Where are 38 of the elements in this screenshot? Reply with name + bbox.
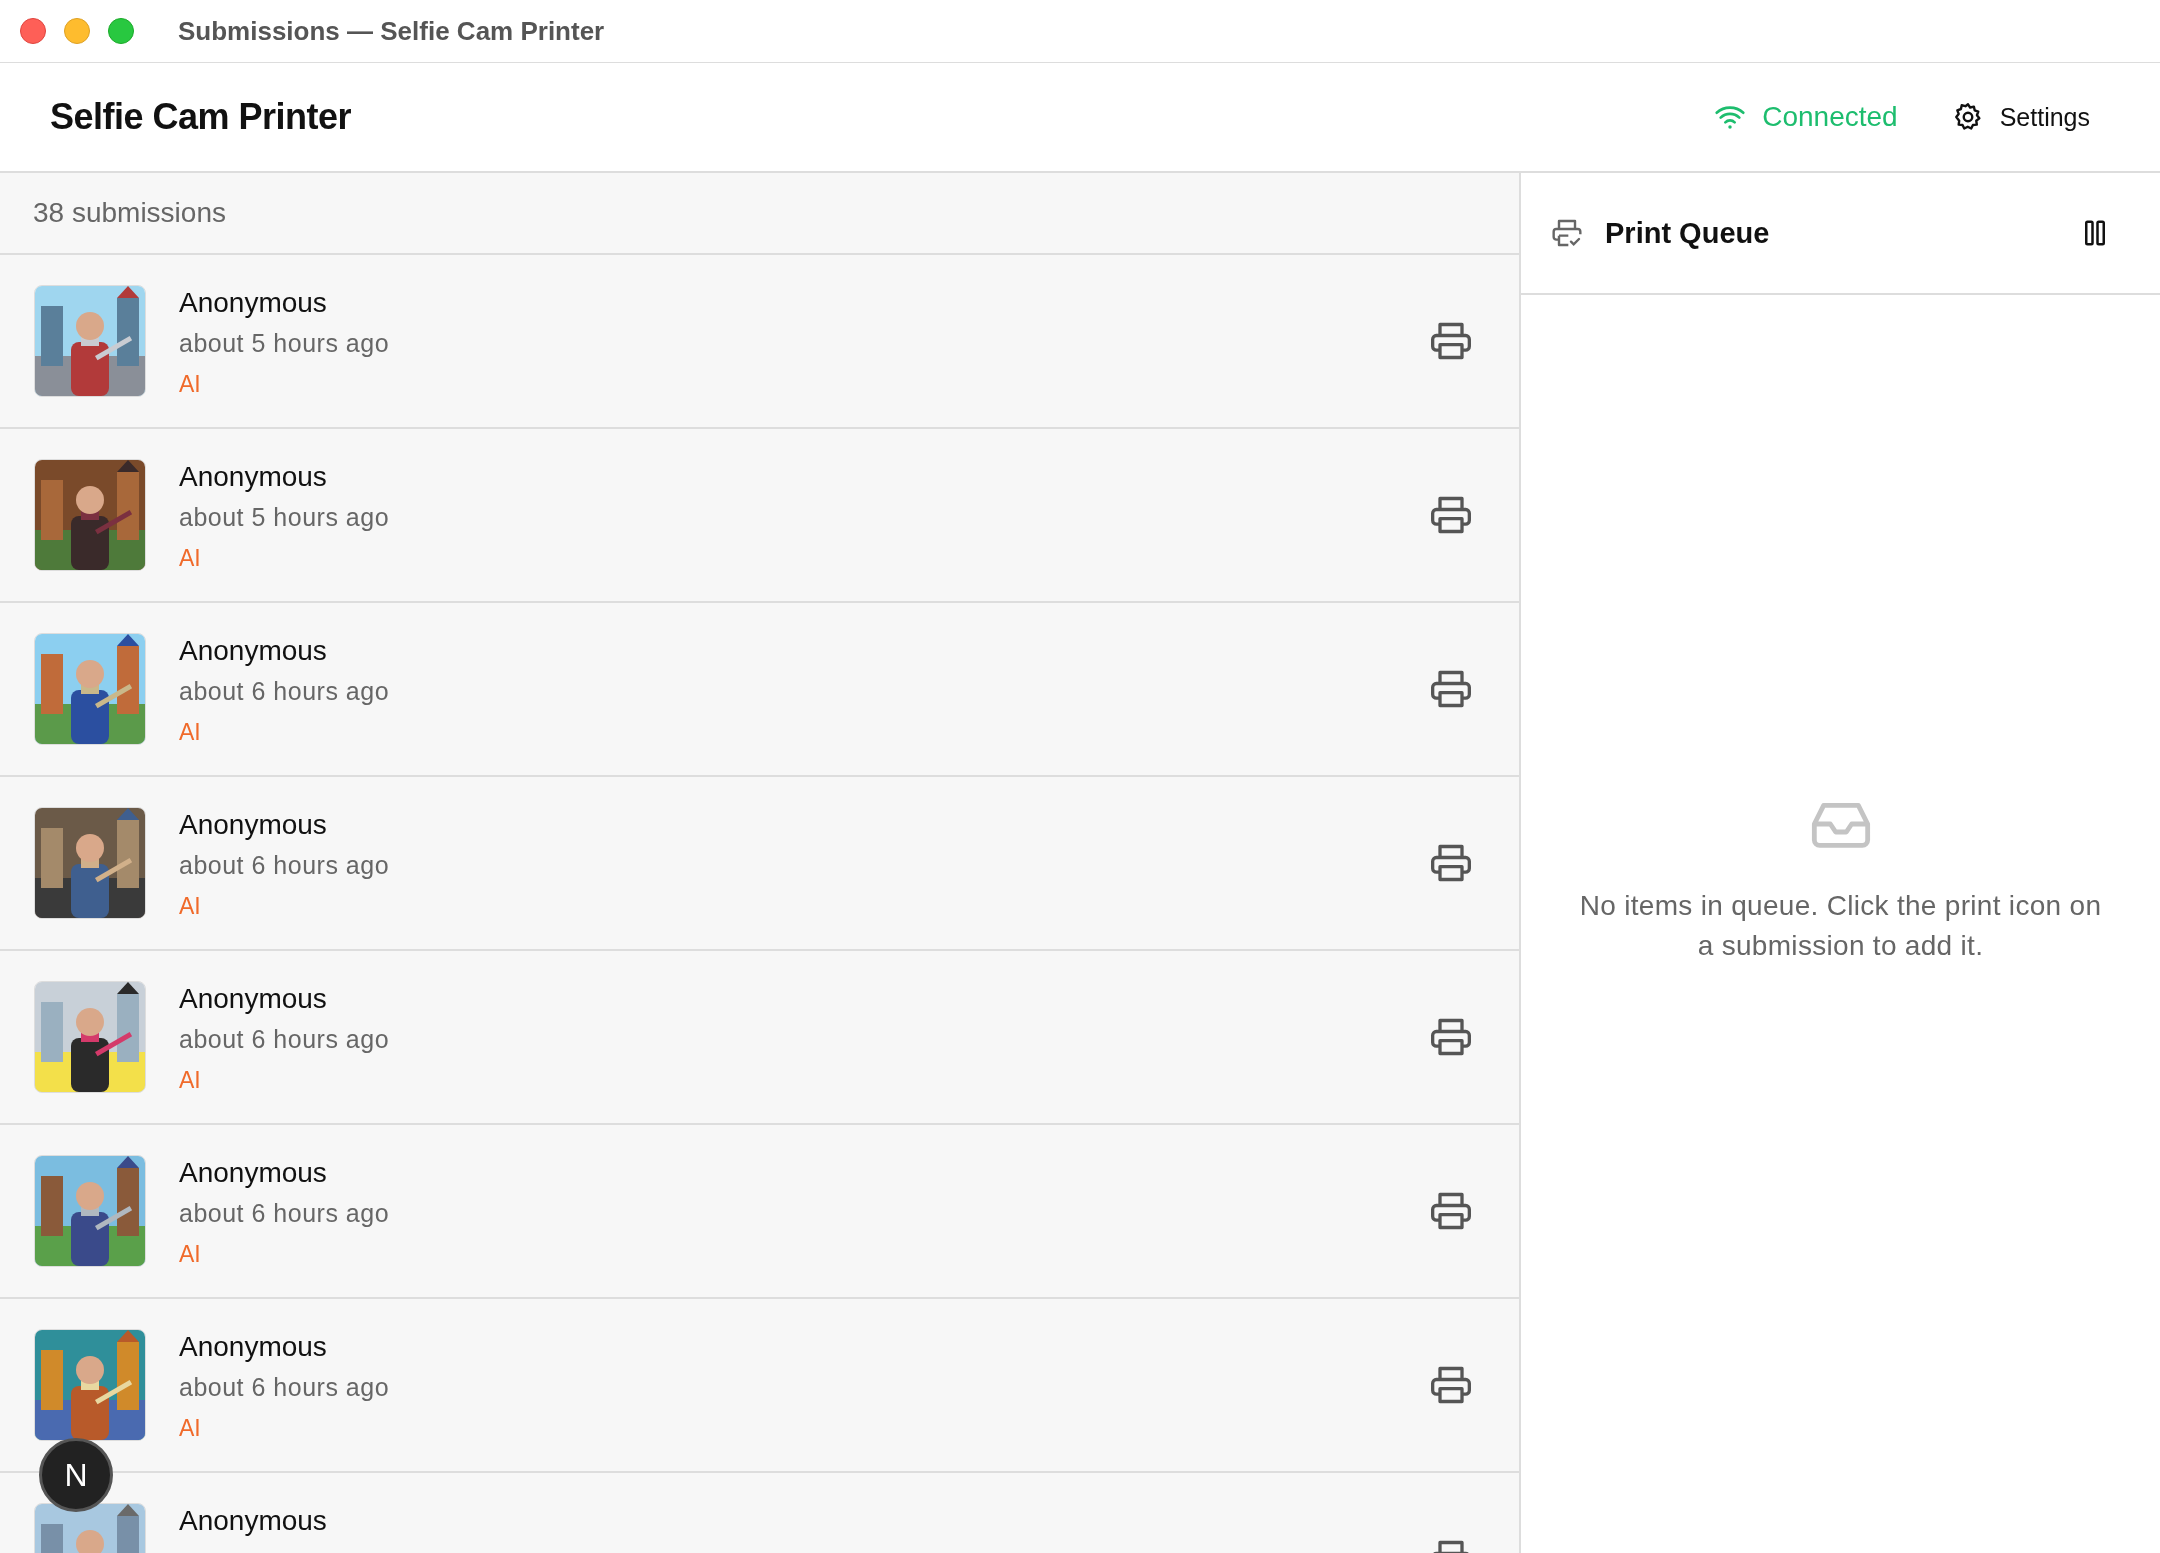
empty-queue-message: No items in queue. Click the print icon on a submission to add it. <box>1578 889 2103 963</box>
submission-row[interactable]: Anonymous about 6 hours ago AI <box>0 603 1519 777</box>
submission-time: about 6 hours ago <box>179 1372 390 1403</box>
submission-row[interactable]: Anonymous about 5 hours ago AI <box>0 255 1519 429</box>
submission-row[interactable]: Anonymous about 5 hours ago AI <box>0 429 1519 603</box>
panel-title: Print Queue <box>1605 216 1771 250</box>
printer-check-icon <box>1551 217 1583 249</box>
zoom-button[interactable] <box>108 18 134 44</box>
submitter-name: Anonymous <box>179 808 328 842</box>
submission-time: about 6 hours ago <box>179 850 390 881</box>
submitter-name: Anonymous <box>179 460 328 494</box>
submission-time: about 6 hours ago <box>179 676 390 707</box>
ai-tag: AI <box>179 537 390 579</box>
submitter-name: Anonymous <box>179 1504 327 1538</box>
ai-tag: AI <box>179 885 390 927</box>
window-title: Submissions — Selfie Cam Printer <box>178 15 605 47</box>
app-title: Selfie Cam Printer <box>50 96 352 138</box>
submission-row[interactable]: Anonymous about 6 hours ago AI <box>0 951 1519 1125</box>
submitter-name: Anonymous <box>179 1330 328 1364</box>
submission-time: about 5 hours ago <box>179 502 390 533</box>
ai-tag: AI <box>179 711 390 753</box>
submitter-name: Anonymous <box>179 1156 328 1190</box>
settings-button[interactable]: Settings <box>1951 101 2090 133</box>
submission-count: 38 submissions <box>0 173 1519 255</box>
close-button[interactable] <box>20 18 46 44</box>
ai-tag: AI <box>179 1233 390 1275</box>
submitter-name: Anonymous <box>179 982 328 1016</box>
submission-row[interactable]: Anonymous about 6 hours ago AI <box>0 777 1519 951</box>
ai-tag: AI <box>179 1059 390 1101</box>
connection-status: Connected <box>1714 101 1898 133</box>
ai-tag: AI <box>179 363 390 405</box>
submission-row[interactable]: Anonymous about 6 hours ago AI <box>0 1125 1519 1299</box>
submitter-name: Anonymous <box>179 286 328 320</box>
submission-time: about 5 hours ago <box>179 328 390 359</box>
submitter-name: Anonymous <box>179 634 328 668</box>
submission-time: about 6 hours ago <box>179 1024 390 1055</box>
ai-tag: AI <box>179 1407 390 1449</box>
submission-time: about 6 hours ago <box>179 1198 390 1229</box>
